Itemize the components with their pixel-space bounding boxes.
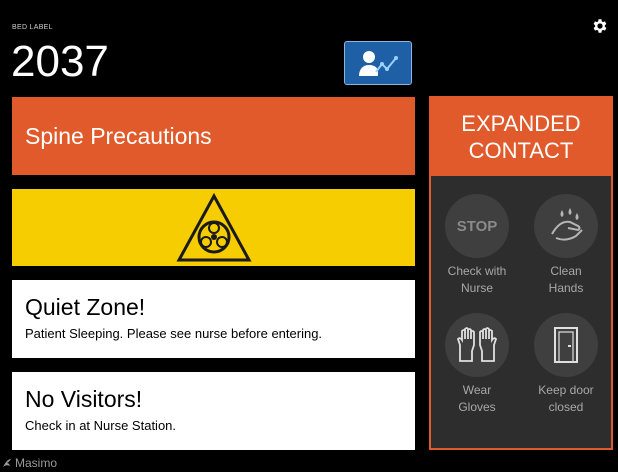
settings-button[interactable] bbox=[591, 17, 609, 35]
expanded-contact-title-line1: EXPANDED bbox=[461, 111, 581, 136]
wear-gloves-label: Wear Gloves bbox=[458, 383, 496, 414]
expanded-contact-header: EXPANDED CONTACT bbox=[431, 98, 611, 176]
gloves-icon bbox=[445, 313, 509, 377]
no-visitors-card[interactable]: No Visitors! Check in at Nurse Station. bbox=[12, 372, 415, 450]
patient-trend-button[interactable] bbox=[344, 41, 412, 85]
clean-hands-label: Clean Hands bbox=[548, 264, 584, 295]
spine-precautions-banner[interactable]: Spine Precautions bbox=[12, 97, 415, 175]
wear-gloves-item: Wear Gloves bbox=[441, 313, 513, 416]
biohazard-icon bbox=[175, 192, 252, 261]
stop-sign-text: STOP bbox=[456, 217, 498, 235]
masimo-logo-icon bbox=[3, 459, 11, 467]
check-with-nurse-label: Check with Nurse bbox=[447, 264, 507, 295]
bed-label-caption: BED LABEL bbox=[12, 24, 53, 31]
hazard-banner[interactable] bbox=[12, 189, 415, 266]
clean-hands-icon bbox=[534, 194, 598, 258]
no-visitors-subtitle: Check in at Nurse Station. bbox=[25, 418, 177, 433]
quiet-zone-subtitle: Patient Sleeping. Please see nurse befor… bbox=[25, 326, 323, 341]
spine-precautions-text: Spine Precautions bbox=[25, 122, 212, 149]
clean-hands-item: Clean Hands bbox=[530, 194, 602, 297]
door-icon bbox=[534, 313, 598, 377]
brand-name: Masimo bbox=[15, 456, 58, 470]
bed-number: 2037 bbox=[11, 37, 109, 86]
keep-door-closed-item: Keep door closed bbox=[530, 313, 602, 416]
expanded-contact-panel[interactable]: EXPANDED CONTACT STOP Check with Nurse C… bbox=[429, 96, 613, 450]
stop-sign-icon: STOP bbox=[445, 194, 509, 258]
check-with-nurse-item: STOP Check with Nurse bbox=[441, 194, 513, 297]
quiet-zone-title: Quiet Zone! bbox=[25, 294, 146, 320]
keep-door-closed-label: Keep door closed bbox=[538, 383, 594, 414]
quiet-zone-card[interactable]: Quiet Zone! Patient Sleeping. Please see… bbox=[12, 280, 415, 358]
expanded-contact-title-line2: CONTACT bbox=[468, 138, 574, 163]
brand-logo: Masimo bbox=[2, 456, 57, 470]
patient-trend-icon bbox=[359, 51, 398, 76]
no-visitors-title: No Visitors! bbox=[25, 386, 143, 412]
gear-icon bbox=[593, 19, 607, 33]
